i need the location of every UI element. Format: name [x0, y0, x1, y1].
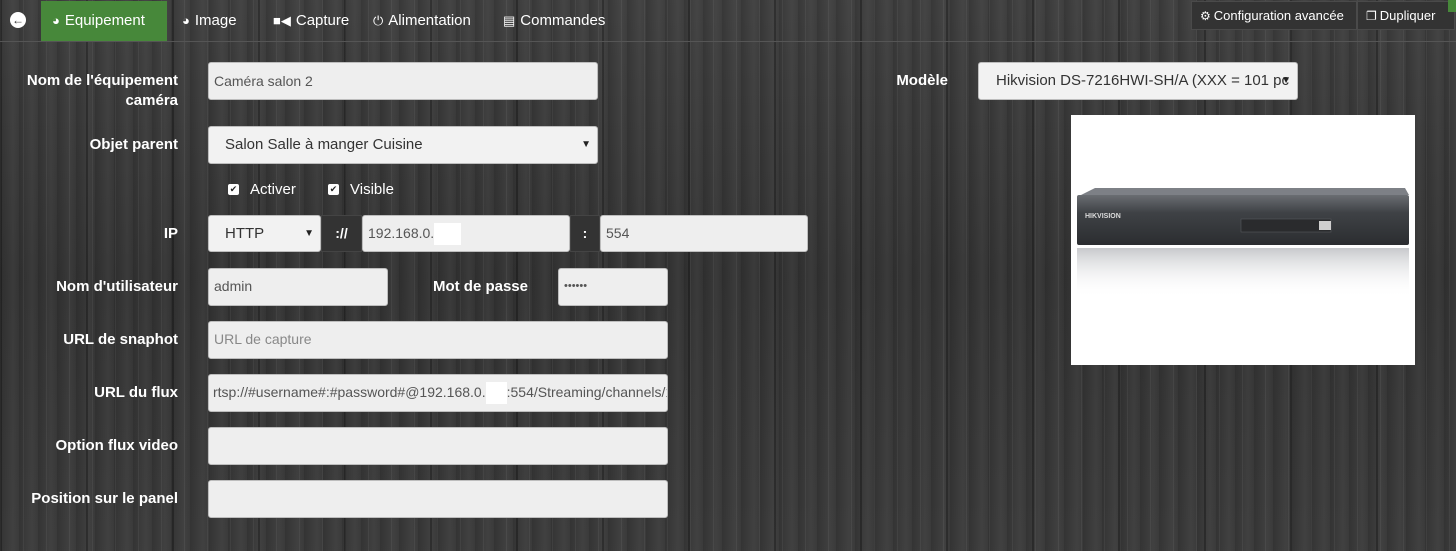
stream-label: URL du flux [94, 384, 178, 401]
protocol-select[interactable]: HTTP ▼ [208, 215, 321, 252]
dashboard-icon: ◕ [52, 13, 60, 28]
tab-capture[interactable]: ■◀ Capture [262, 1, 360, 41]
hikvision-logo-text: HIKVISION [1085, 213, 1121, 220]
snapshot-label: URL de snaphot [63, 331, 178, 348]
power-icon: ⏻ [373, 13, 384, 28]
tab-image[interactable]: ◕ Image [171, 1, 248, 41]
password-input[interactable]: •••••• [558, 268, 668, 306]
username-label: Nom d'utilisateur [56, 278, 178, 295]
dashboard-icon: ◕ [182, 13, 190, 28]
stream-url-input[interactable]: rtsp://#username#:#password#@192.168.0.:… [208, 374, 668, 412]
protocol-separator: :// [321, 215, 362, 252]
duplicate-button[interactable]: ❐ Dupliquer [1357, 1, 1455, 30]
cogs-icon: ⚙ [1200, 9, 1211, 23]
panel-position-input[interactable] [208, 480, 668, 518]
parent-label: Objet parent [89, 136, 178, 153]
dvr-device-illustration: HIKVISION [1077, 188, 1409, 298]
top-toolbar: ← ◕ Equipement ◕ Image ■◀ Capture ⏻ Alimenta… [0, 0, 1456, 42]
ip-address-input[interactable]: 192.168.0. [362, 215, 570, 252]
name-label: Nom de l'équipement caméra [26, 72, 178, 109]
redacted-block [485, 382, 507, 405]
username-input[interactable]: admin [208, 268, 388, 306]
port-separator: : [570, 215, 600, 252]
panel-position-label: Position sur le panel [31, 490, 178, 507]
checkbox-checked-icon: ✔ [328, 183, 339, 195]
advanced-config-button[interactable]: ⚙ Configuration avancée [1191, 1, 1357, 30]
model-select[interactable]: Hikvision DS-7216HWI-SH/A (XXX = 101 pc … [978, 62, 1298, 100]
tab-alimentation[interactable]: ⏻ Alimentation [362, 1, 482, 41]
save-button-edge[interactable] [1448, 0, 1456, 12]
video-camera-icon: ■◀ [273, 13, 291, 28]
port-input[interactable]: 554 [600, 215, 808, 252]
enable-checkbox[interactable]: ✔ Activer [228, 182, 296, 198]
snapshot-url-input[interactable]: URL de capture [208, 321, 668, 359]
copy-icon: ❐ [1366, 9, 1377, 23]
caret-down-icon: ▼ [1281, 75, 1291, 86]
parent-object-select[interactable]: Salon Salle à manger Cuisine ▼ [208, 126, 598, 164]
caret-down-icon: ▼ [581, 139, 591, 150]
tab-commandes[interactable]: ▤ Commandes [492, 1, 616, 41]
password-label: Mot de passe [432, 278, 528, 295]
back-arrow-icon[interactable]: ← [10, 12, 26, 28]
stream-option-input[interactable] [208, 427, 668, 465]
stream-option-label: Option flux video [55, 437, 179, 454]
device-image: HIKVISION [1071, 115, 1415, 365]
equipment-name-input[interactable]: Caméra salon 2 [208, 62, 598, 100]
tab-equipement[interactable]: ◕ Equipement [41, 1, 167, 41]
redacted-block [434, 223, 462, 246]
ip-label: IP [163, 225, 178, 242]
list-icon: ▤ [503, 13, 516, 28]
checkbox-checked-icon: ✔ [228, 183, 239, 195]
caret-down-icon: ▼ [304, 228, 314, 239]
visible-checkbox[interactable]: ✔ Visible [328, 182, 394, 198]
model-label: Modèle [896, 72, 948, 89]
